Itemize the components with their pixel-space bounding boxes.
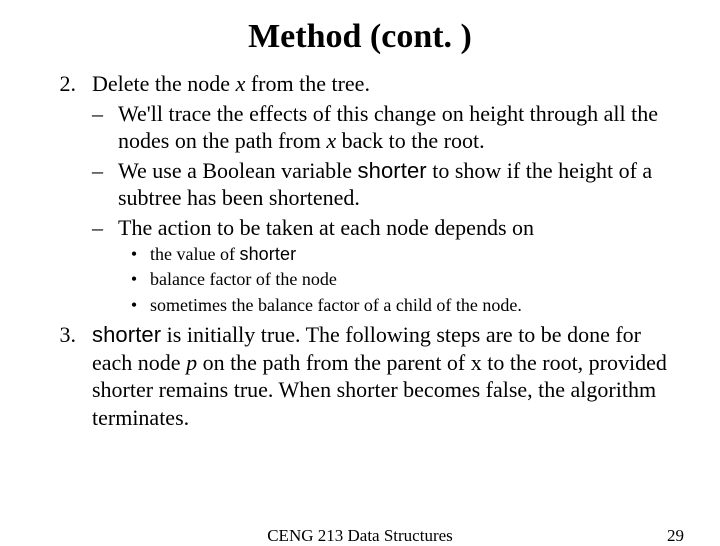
item-body: shorter is initially true. The following…: [92, 321, 684, 431]
text: sometimes the balance factor of a child …: [150, 294, 522, 317]
subitem-text: The action to be taken at each node depe…: [118, 214, 534, 318]
dot-bullet: •: [118, 268, 150, 291]
sub-subitem: • balance factor of the node: [118, 268, 534, 291]
sub-subitem: • the value of shorter: [118, 243, 534, 266]
item-body: Delete the node x from the tree. – We'll…: [92, 70, 684, 317]
dash-bullet: –: [92, 157, 118, 212]
text: from the tree.: [245, 71, 370, 96]
sub-subitem: • sometimes the balance factor of a chil…: [118, 294, 534, 317]
subitem: – We'll trace the effects of this change…: [92, 100, 684, 155]
footer-course: CENG 213 Data Structures: [0, 526, 720, 546]
subitem-text: We'll trace the effects of this change o…: [118, 100, 684, 155]
var-x: x: [326, 128, 336, 153]
text: Delete the node: [92, 71, 236, 96]
dash-bullet: –: [92, 100, 118, 155]
item-number: 3.: [36, 321, 92, 431]
text: the value of: [150, 244, 239, 264]
list-item-3: 3. shorter is initially true. The follow…: [36, 321, 684, 431]
code-shorter: shorter: [358, 158, 427, 183]
slide-content: Method (cont. ) 2. Delete the node x fro…: [0, 0, 720, 431]
text: The action to be taken at each node depe…: [118, 215, 534, 240]
code-shorter: shorter: [239, 244, 296, 264]
text: the value of shorter: [150, 243, 296, 266]
subitem: – The action to be taken at each node de…: [92, 214, 684, 318]
dot-bullet: •: [118, 243, 150, 266]
subitem: – We use a Boolean variable shorter to s…: [92, 157, 684, 212]
text: back to the root.: [336, 128, 484, 153]
slide-title: Method (cont. ): [36, 18, 684, 56]
page-number: 29: [667, 526, 684, 546]
list-item-2: 2. Delete the node x from the tree. – We…: [36, 70, 684, 317]
var-p: p: [186, 350, 197, 375]
dash-bullet: –: [92, 214, 118, 318]
item-number: 2.: [36, 70, 92, 317]
text: balance factor of the node: [150, 268, 337, 291]
var-x: x: [236, 71, 246, 96]
code-shorter: shorter: [92, 322, 161, 347]
dot-bullet: •: [118, 294, 150, 317]
subitem-text: We use a Boolean variable shorter to sho…: [118, 157, 684, 212]
text: We use a Boolean variable: [118, 158, 358, 183]
